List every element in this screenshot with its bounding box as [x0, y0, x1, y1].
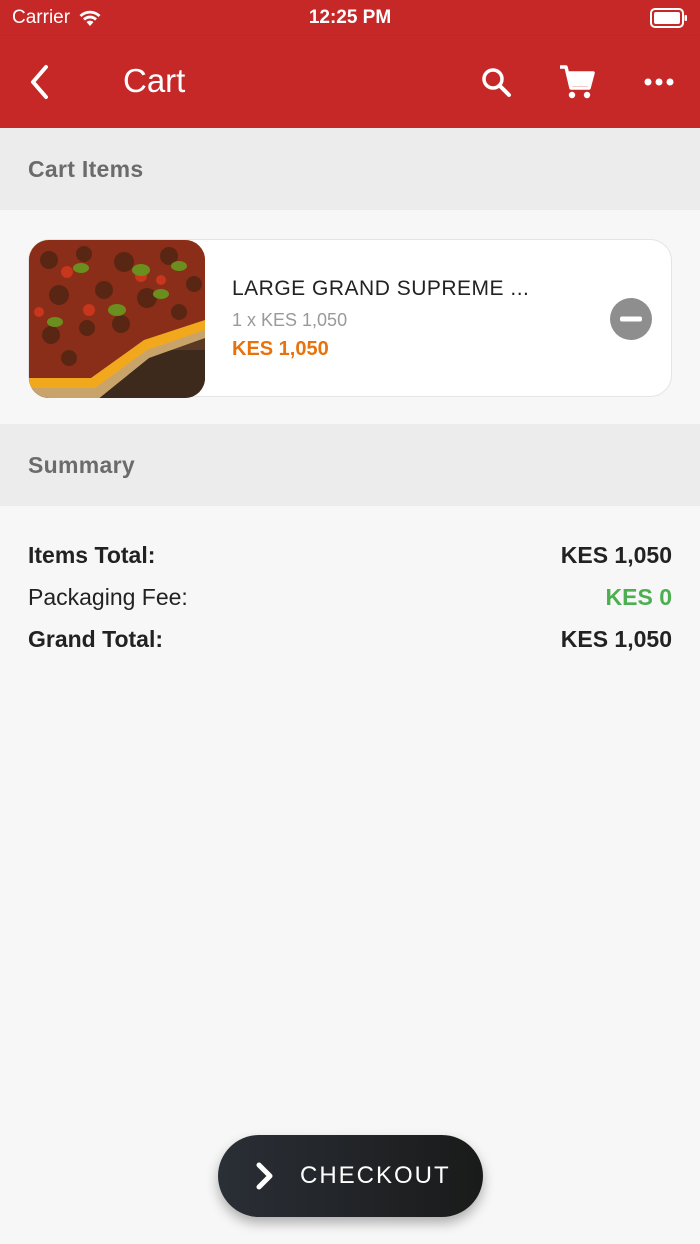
checkout-label: CHECKOUT	[300, 1162, 451, 1189]
back-button[interactable]	[20, 60, 60, 104]
item-price: KES 1,050	[232, 338, 329, 360]
search-icon	[482, 68, 511, 97]
items-total-row: Items Total: KES 1,050	[28, 539, 672, 571]
page-title: Cart	[123, 62, 186, 99]
packaging-fee-label: Packaging Fee:	[28, 583, 188, 610]
search-button[interactable]	[474, 60, 518, 104]
grand-total-value: KES 1,050	[560, 625, 672, 652]
pizza-image	[29, 240, 205, 398]
status-bar: Carrier 12:25 PM	[0, 0, 700, 36]
grand-total-row: Grand Total: KES 1,050	[28, 623, 672, 655]
battery-icon	[650, 8, 687, 28]
chevron-right-icon	[256, 1162, 273, 1190]
app-bar: Cart	[0, 36, 700, 128]
items-total-value: KES 1,050	[560, 541, 672, 568]
summary-header: Summary	[0, 424, 700, 506]
item-name: LARGE GRAND SUPREME ...	[232, 277, 530, 300]
cart-items-title: Cart Items	[28, 156, 144, 182]
cart-item-card[interactable]: LARGE GRAND SUPREME ... 1 x KES 1,050 KE…	[28, 239, 672, 398]
checkout-button[interactable]: CHECKOUT	[218, 1135, 483, 1217]
item-quantity: 1 x KES 1,050	[232, 310, 348, 330]
more-button[interactable]	[637, 60, 681, 104]
grand-total-label: Grand Total:	[28, 625, 164, 652]
packaging-fee-row: Packaging Fee: KES 0	[28, 581, 672, 613]
status-time: 12:25 PM	[308, 7, 392, 28]
items-total-label: Items Total:	[28, 541, 156, 568]
more-icon	[644, 78, 674, 86]
cart-icon	[560, 65, 595, 99]
cart-button[interactable]	[555, 60, 599, 104]
packaging-fee-value: KES 0	[605, 583, 672, 610]
remove-item-button[interactable]	[609, 297, 653, 341]
cart-items-header: Cart Items	[0, 128, 700, 210]
back-icon	[31, 65, 48, 99]
summary-title: Summary	[28, 452, 135, 478]
